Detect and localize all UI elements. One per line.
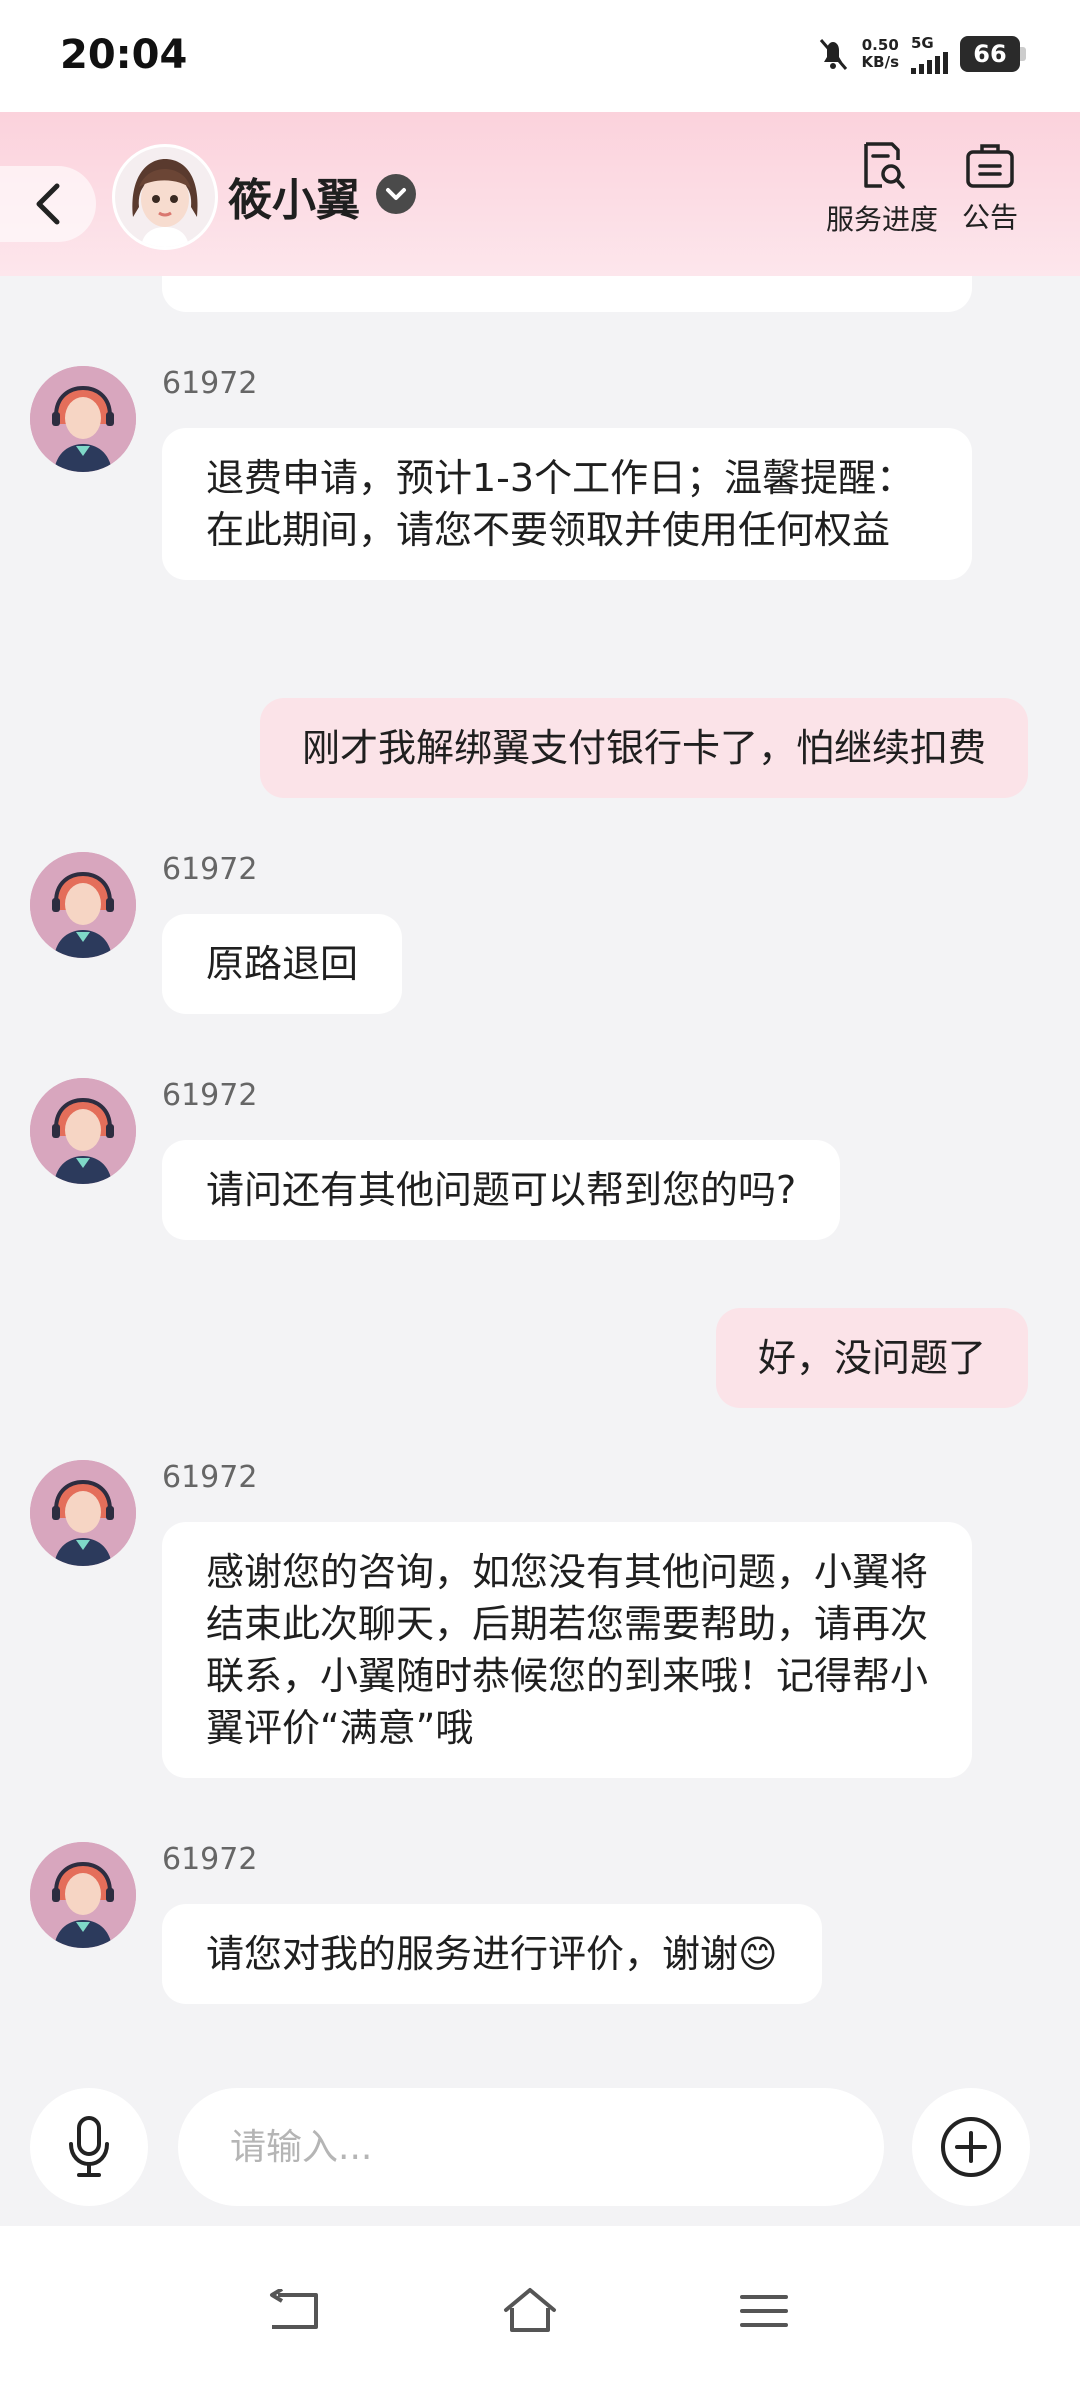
plus-circle-icon bbox=[941, 2117, 1001, 2177]
status-bar: 20:04 0.50 KB/s 5G 66 bbox=[0, 0, 1080, 112]
assistant-avatar[interactable] bbox=[112, 144, 218, 250]
message-input[interactable] bbox=[178, 2088, 884, 2206]
mute-bell-icon bbox=[819, 39, 847, 70]
notice-label: 公告 bbox=[962, 201, 1019, 234]
verified-badge[interactable] bbox=[376, 174, 416, 214]
signal-indicator: 5G bbox=[911, 34, 948, 74]
agent-message-bubble[interactable]: 退费申请，预计1-3个工作日；温馨提醒：在此期间，请您不要领取并使用任何权益 bbox=[162, 428, 972, 580]
user-message-bubble[interactable]: 好，没问题了 bbox=[715, 1308, 1028, 1408]
sender-id: 61972 bbox=[162, 1842, 258, 1877]
agent-avatar[interactable] bbox=[30, 852, 136, 958]
chevron-down-icon bbox=[386, 188, 406, 200]
customer-service-agent-icon bbox=[30, 366, 136, 472]
sender-id: 61972 bbox=[162, 852, 258, 887]
net-speed: 0.50 KB/s bbox=[862, 37, 899, 71]
status-indicators: 0.50 KB/s 5G 66 bbox=[816, 34, 1026, 74]
sender-id: 61972 bbox=[162, 366, 258, 401]
assistant-avatar-icon bbox=[115, 147, 215, 247]
voice-input-button[interactable] bbox=[30, 2088, 148, 2206]
home-icon bbox=[504, 2288, 556, 2332]
service-progress-button[interactable]: 服务进度 bbox=[826, 140, 938, 238]
agent-message-bubble[interactable]: 原路退回 bbox=[162, 914, 403, 1014]
microphone-icon bbox=[69, 2116, 109, 2177]
sender-id: 61972 bbox=[162, 1078, 258, 1113]
notice-button[interactable]: 公告 bbox=[962, 140, 1018, 236]
agent-avatar[interactable] bbox=[30, 366, 136, 472]
message-text: 请您对我的服务进行评价，谢谢 bbox=[206, 1932, 739, 1976]
more-options-button[interactable] bbox=[912, 2088, 1030, 2206]
customer-service-agent-icon bbox=[30, 1460, 136, 1566]
nav-back-button[interactable] bbox=[254, 2276, 334, 2346]
service-progress-label: 服务进度 bbox=[826, 203, 939, 236]
signal-bars-icon bbox=[911, 52, 948, 74]
nav-back-icon bbox=[270, 2289, 318, 2329]
agent-avatar[interactable] bbox=[30, 1078, 136, 1184]
chevron-left-icon bbox=[36, 183, 60, 225]
battery-icon: 66 bbox=[960, 36, 1026, 72]
customer-service-agent-icon bbox=[30, 852, 136, 958]
document-search-icon bbox=[864, 142, 905, 189]
system-nav-bar bbox=[0, 2226, 1080, 2400]
back-button[interactable] bbox=[0, 166, 96, 242]
smile-emoji-icon: 😊 bbox=[738, 1932, 778, 1976]
battery-level: 66 bbox=[973, 40, 1007, 68]
briefcase-icon bbox=[966, 144, 1014, 188]
nav-menu-button[interactable] bbox=[724, 2276, 804, 2346]
chat-header: 筱小翼 服务进度 公告 bbox=[0, 112, 1080, 276]
status-time: 20:04 bbox=[60, 32, 188, 78]
nav-home-button[interactable] bbox=[490, 2276, 570, 2346]
customer-service-agent-icon bbox=[30, 1842, 136, 1948]
user-message-bubble[interactable]: 刚才我解绑翼支付银行卡了，怕继续扣费 bbox=[259, 698, 1028, 798]
agent-message-bubble[interactable]: 请您对我的服务进行评价，谢谢😊 bbox=[162, 1904, 822, 2004]
chat-title: 筱小翼 bbox=[228, 175, 360, 226]
net-speed-value: 0.50 bbox=[861, 36, 899, 54]
menu-icon bbox=[740, 2295, 788, 2327]
sender-id: 61972 bbox=[162, 1460, 258, 1495]
network-type: 5G bbox=[911, 34, 934, 52]
agent-avatar[interactable] bbox=[30, 1460, 136, 1566]
agent-message-bubble[interactable]: 请问还有其他问题可以帮到您的吗? bbox=[162, 1140, 841, 1240]
net-speed-unit: KB/s bbox=[861, 53, 899, 71]
agent-avatar[interactable] bbox=[30, 1842, 136, 1948]
customer-service-agent-icon bbox=[30, 1078, 136, 1184]
agent-message-bubble[interactable]: 感谢您的咨询，如您没有其他问题，小翼将结束此次聊天，后期若您需要帮助，请再次联系… bbox=[162, 1522, 972, 1778]
